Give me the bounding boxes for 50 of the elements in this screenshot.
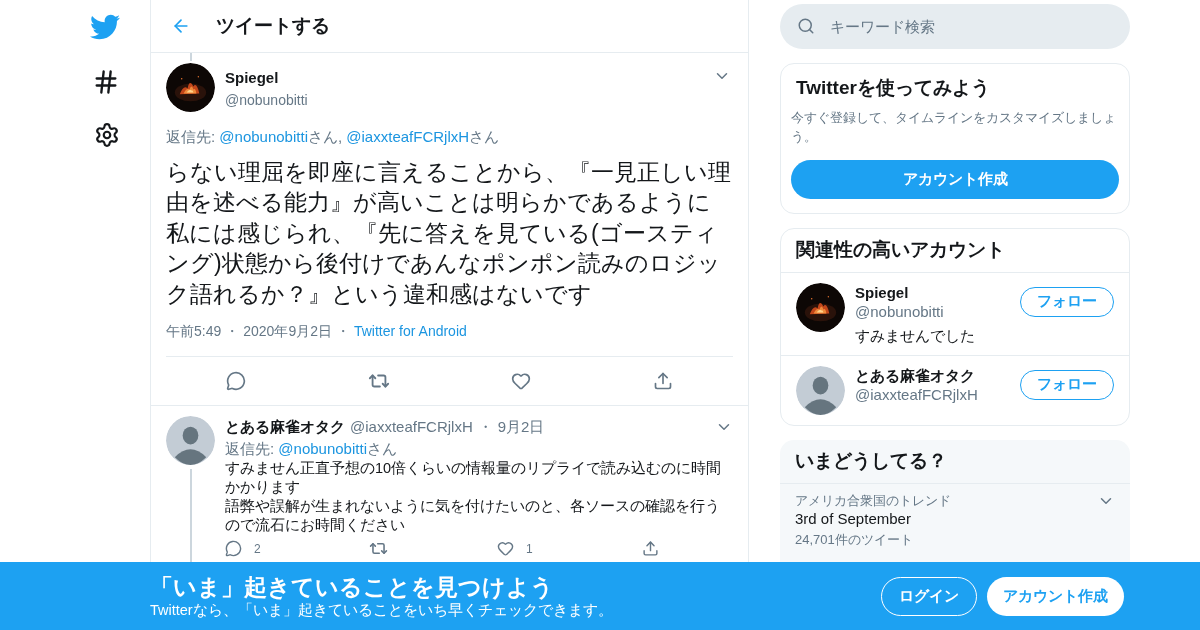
trend-name[interactable]: 3rd of September — [795, 508, 1097, 529]
mention-link[interactable]: @iaxxteafFCRjlxH — [346, 128, 470, 145]
avatar-icon — [796, 365, 845, 415]
tweet-time[interactable]: 午前5:49 — [166, 321, 222, 342]
reply-icon[interactable] — [226, 371, 246, 391]
signup-button[interactable]: アカウント作成 — [987, 576, 1124, 616]
separator-dot: ・ — [335, 322, 350, 341]
user-handle[interactable]: @nobunobitti — [855, 301, 1010, 321]
share-icon[interactable] — [652, 371, 673, 391]
user-handle[interactable]: @iaxxteafFCRjlxH — [350, 416, 473, 439]
search-icon — [797, 17, 815, 35]
tweet-text: らない理屈を即座に言えることから、『一見正しい理由を述べる能力』が高いことは明らかであるように私には感じられ、『先に答えを見ている(ゴースティング)状態から後付けであんなポンポン読みのロジック語れるか？』という違和感はないです — [166, 157, 732, 309]
share-icon[interactable] — [642, 540, 659, 557]
card-text: 今すぐ登録して、タイムラインをカスタマイズしましょう。 — [791, 109, 1117, 146]
reply-to-text: 返信先: @nobunobittiさん — [225, 438, 398, 459]
reply-icon[interactable] — [225, 540, 242, 557]
like-count: 1 — [526, 540, 533, 558]
card-title: Twitterを使ってみよう — [795, 76, 991, 100]
banner-title: 「いま」起きていることを見つけよう — [150, 573, 555, 601]
user-name[interactable]: Spiegel — [855, 282, 1010, 302]
user-name[interactable]: Spiegel — [225, 67, 703, 90]
banner-subtitle: Twitterなら、「いま」起きていることをいち早くチェックできます。 — [150, 600, 614, 619]
tweet-date[interactable]: 2020年9月2日 — [243, 321, 332, 342]
page-title: ツイートする — [216, 13, 330, 38]
like-icon[interactable] — [497, 540, 514, 557]
user-bio: すみませんでした — [855, 325, 976, 345]
card-title: いまどうしてる？ — [780, 439, 1130, 484]
user-handle[interactable]: @nobunobitti — [225, 89, 703, 111]
tweet-text: 語弊や誤解が生まれないように気を付けたいのと、各ソースの確認を行うので流石にお時間ください — [225, 496, 721, 535]
tweet-date[interactable]: 9月2日 — [497, 416, 545, 439]
settings-icon[interactable] — [94, 122, 120, 148]
like-icon[interactable] — [511, 371, 532, 391]
user-name[interactable]: とある麻雀オタク — [225, 416, 345, 439]
tweet-text: すみません正直予想の10倍くらいの情報量のリプライで読み込むのに時間かかります — [225, 458, 723, 497]
reply-to-text: 返信先: @nobunobittiさん, @iaxxteafFCRjlxHさん — [166, 127, 501, 147]
signup-button[interactable]: アカウント作成 — [791, 159, 1119, 199]
user-name[interactable]: とある麻雀オタク — [855, 365, 1010, 385]
avatar-icon — [166, 416, 215, 465]
separator-dot: ・ — [477, 417, 493, 437]
card-title: 関連性の高いアカウント — [781, 228, 1129, 273]
separator-dot: ・ — [225, 322, 240, 341]
bird-logo-icon[interactable] — [90, 12, 120, 42]
source-link[interactable]: Twitter for Android — [353, 321, 467, 342]
search-field[interactable]: キーワード検索 — [780, 4, 1130, 49]
mention-link[interactable]: @nobunobitti — [219, 128, 308, 145]
user-handle[interactable]: @iaxxteafFCRjlxH — [855, 384, 1010, 404]
tweet-count: 24,701件のツイート — [795, 530, 914, 548]
trend-context: アメリカ合衆国のトレンド — [795, 491, 952, 509]
reply-count: 2 — [254, 540, 261, 558]
mention-link[interactable]: @nobunobitti — [278, 439, 367, 457]
